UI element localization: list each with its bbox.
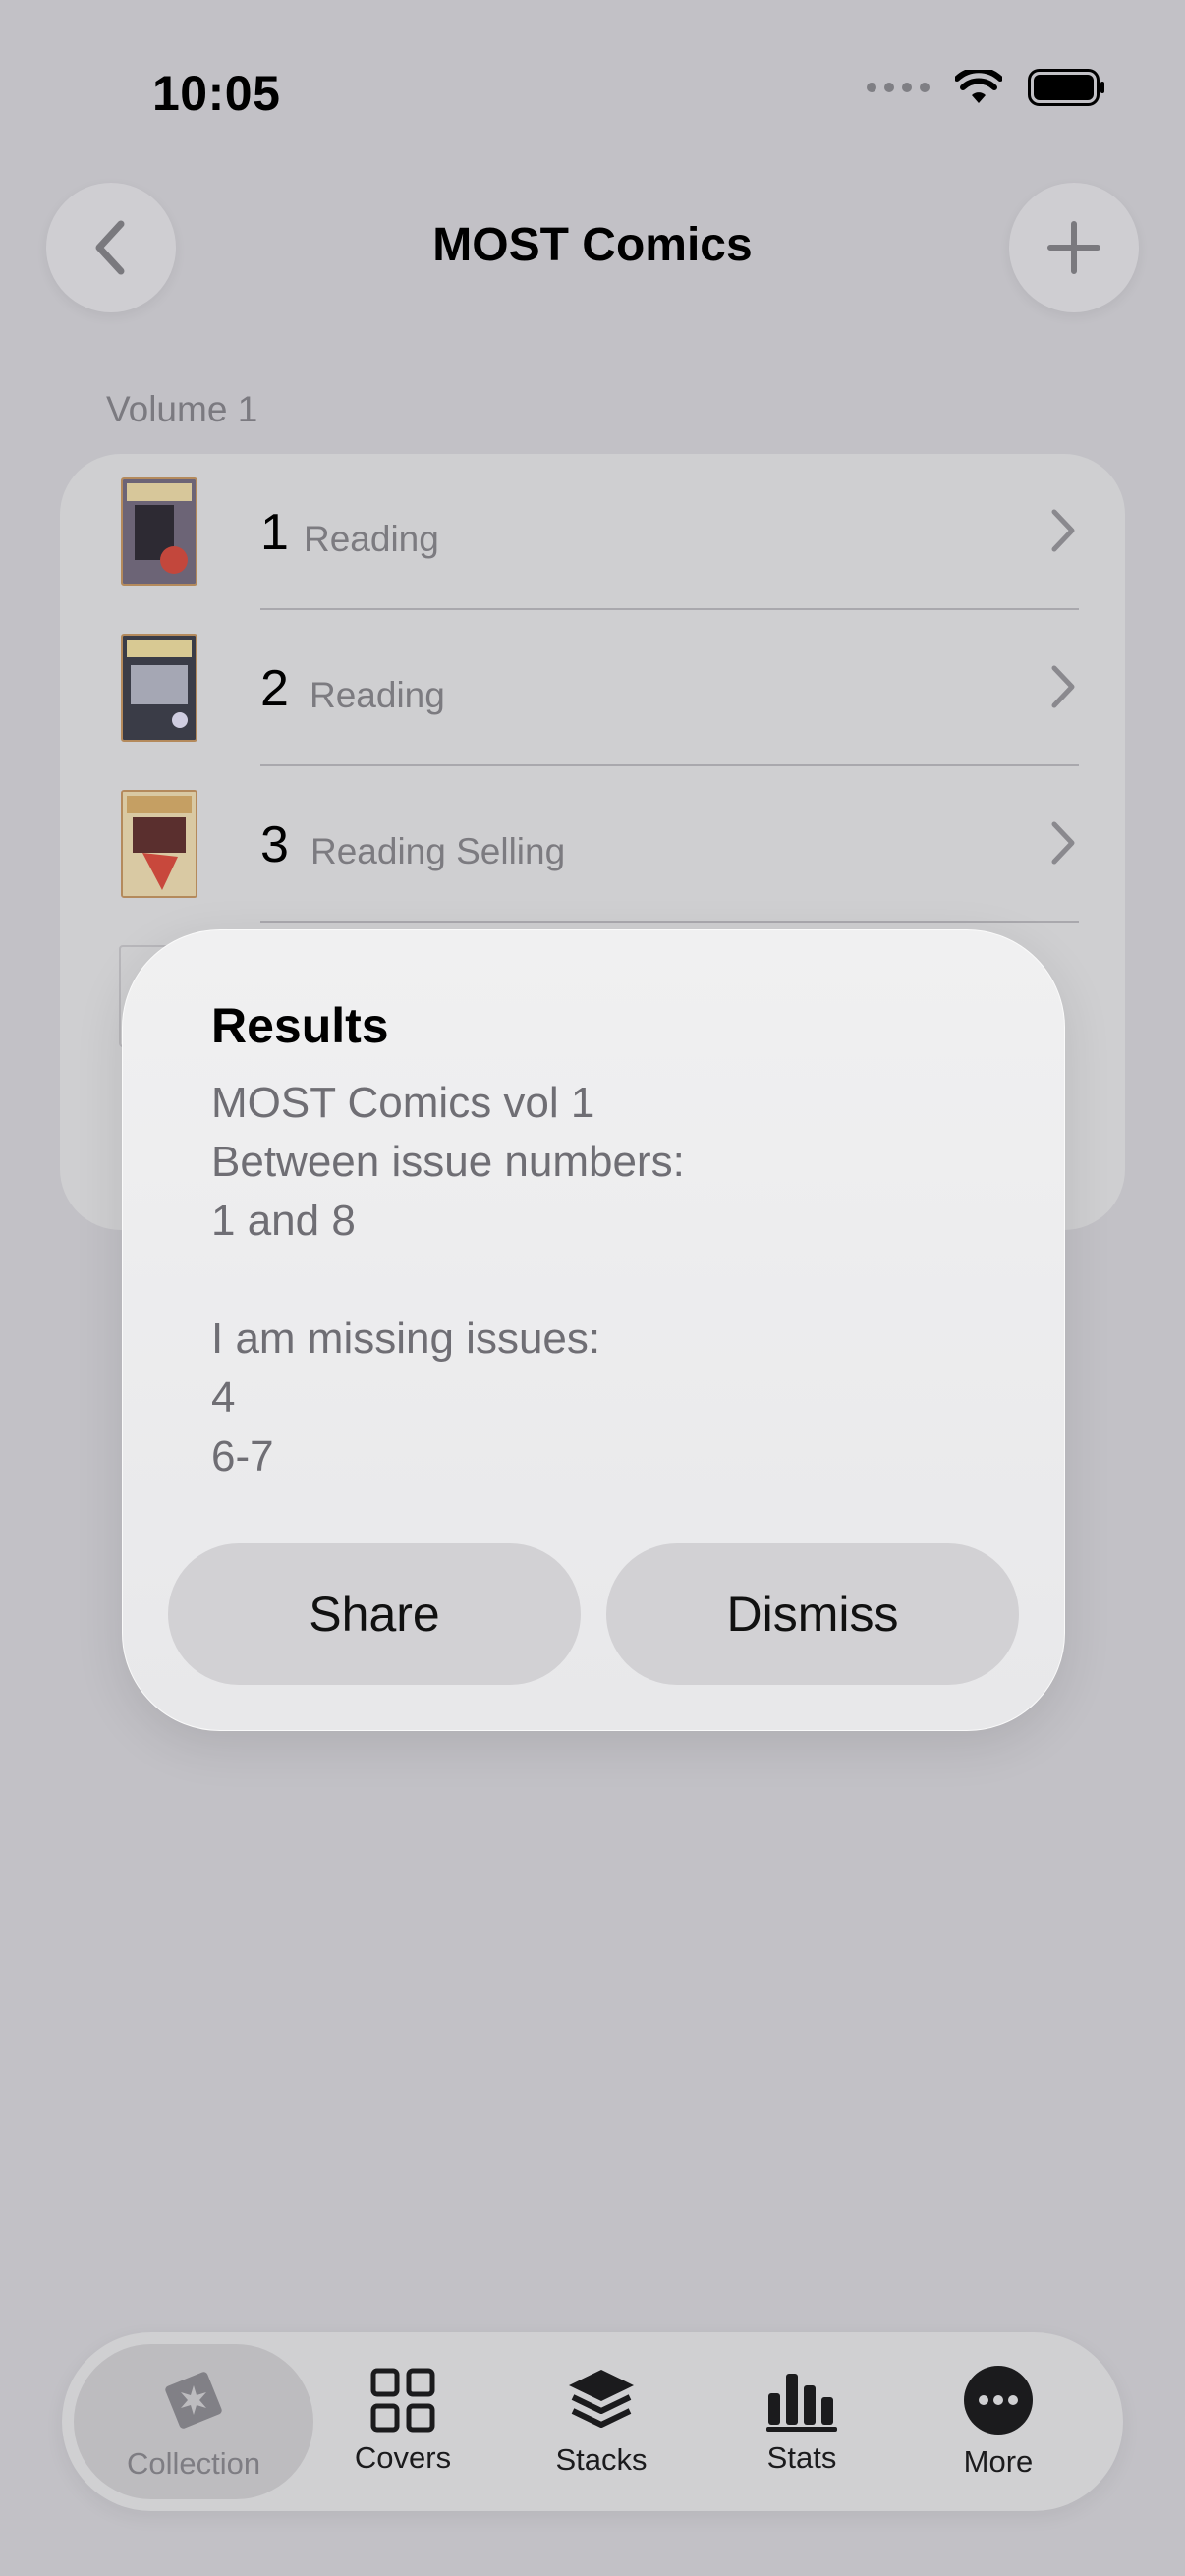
- collection-icon: [165, 2372, 222, 2429]
- signal-dots-icon: [867, 83, 930, 92]
- results-dialog: Results MOST Comics vol 1 Between issue …: [122, 929, 1065, 1731]
- tab-label: Collection: [126, 2446, 261, 2481]
- issue-status: Reading: [310, 675, 445, 715]
- dialog-title: Results: [211, 998, 389, 1053]
- bar-chart-icon: [766, 2374, 837, 2432]
- issue-number: 1: [260, 504, 289, 561]
- comic-cover-image: [121, 477, 198, 586]
- tab-stacks[interactable]: Stacks: [530, 2332, 673, 2511]
- wifi-icon: [955, 70, 1002, 103]
- dialog-line: [211, 1251, 685, 1310]
- list-item[interactable]: 2 Reading: [60, 610, 1125, 766]
- comic-cover-image: [121, 634, 198, 742]
- battery-icon: [1028, 69, 1104, 106]
- divider: [260, 921, 1079, 923]
- dialog-message: MOST Comics vol 1 Between issue numbers:…: [211, 1074, 685, 1486]
- list-item[interactable]: 1 Reading: [60, 454, 1125, 610]
- chevron-right-icon: [1051, 509, 1075, 552]
- chevron-right-icon: [1051, 821, 1075, 865]
- tab-label: More: [963, 2444, 1034, 2479]
- dialog-line: MOST Comics vol 1: [211, 1079, 595, 1127]
- tab-collection[interactable]: Collection: [74, 2344, 313, 2499]
- tab-label: Stacks: [555, 2442, 648, 2477]
- tab-covers[interactable]: Covers: [331, 2332, 475, 2511]
- share-button[interactable]: Share: [168, 1543, 581, 1685]
- tab-bar: Collection Covers Stacks Stats More: [62, 2332, 1123, 2511]
- dialog-line: I am missing issues:: [211, 1315, 601, 1363]
- tab-stats[interactable]: Stats: [730, 2332, 874, 2511]
- grid-icon: [370, 2368, 435, 2433]
- tab-label: Covers: [354, 2440, 452, 2475]
- dialog-line: 4: [211, 1373, 236, 1422]
- dialog-line: 6-7: [211, 1432, 274, 1481]
- comic-cover-image: [121, 790, 198, 898]
- page-title: MOST Comics: [432, 219, 753, 271]
- dialog-line: Between issue numbers:: [211, 1138, 685, 1186]
- stack-icon: [569, 2370, 634, 2428]
- chevron-right-icon: [1051, 665, 1075, 708]
- more-icon: [964, 2366, 1033, 2435]
- issue-number: 2: [260, 660, 289, 717]
- tab-label: Stats: [766, 2440, 837, 2475]
- status-time: 10:05: [152, 66, 281, 121]
- list-item[interactable]: 3 Reading Selling: [60, 766, 1125, 923]
- plus-icon: [1047, 221, 1100, 274]
- section-header: Volume 1: [106, 389, 258, 429]
- add-button[interactable]: [1009, 183, 1139, 312]
- issue-number: 3: [260, 816, 289, 873]
- issue-status: Reading: [304, 519, 439, 559]
- dialog-line: 1 and 8: [211, 1197, 356, 1245]
- status-icons: [867, 69, 1106, 106]
- issue-status: Reading Selling: [310, 831, 566, 871]
- dismiss-button[interactable]: Dismiss: [606, 1543, 1019, 1685]
- tab-more[interactable]: More: [927, 2332, 1070, 2511]
